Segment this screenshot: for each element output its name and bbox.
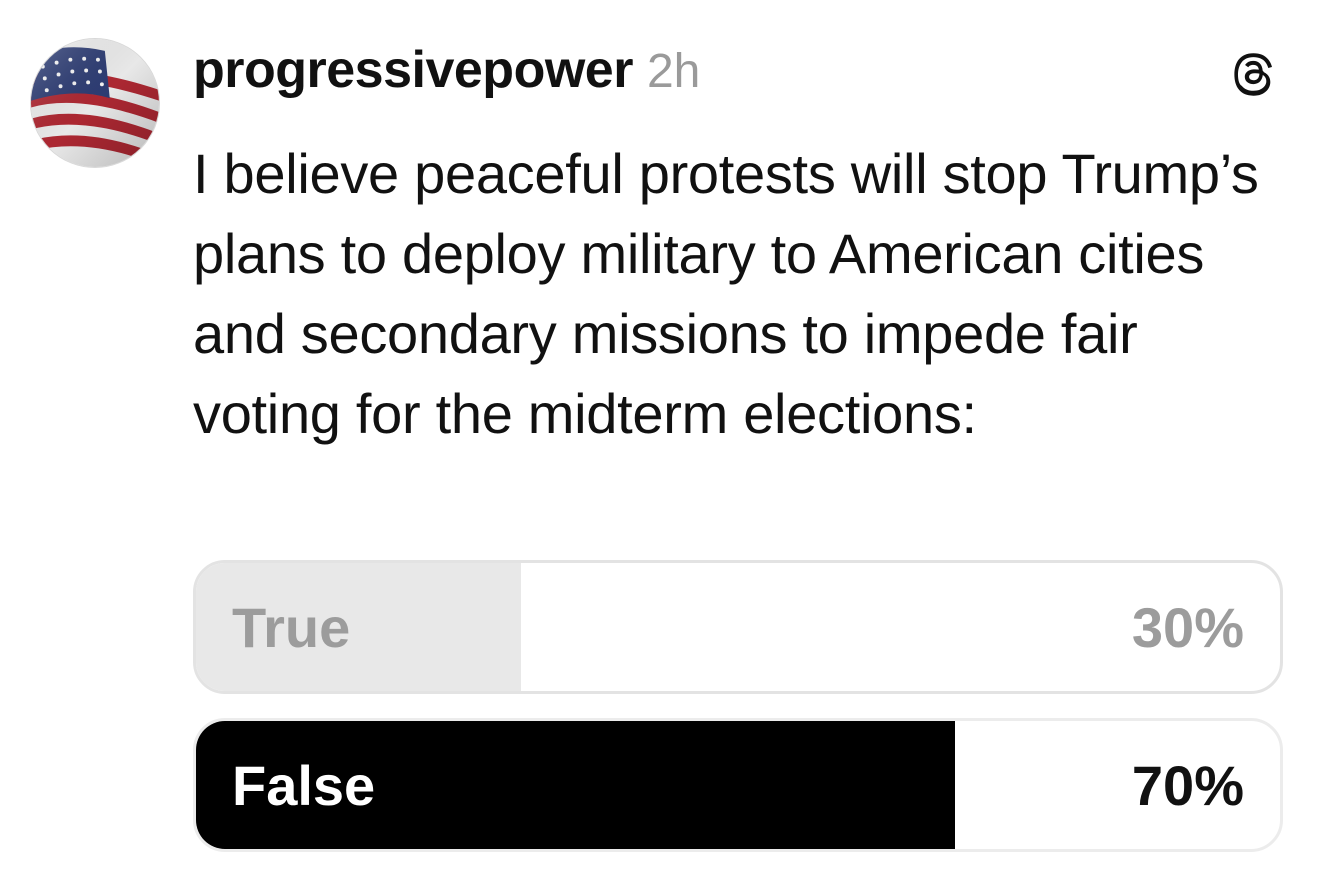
poll-option-true[interactable]: True 30%	[193, 560, 1283, 694]
poll: True 30% False 70%	[193, 560, 1283, 876]
poll-option-false-percent: 70%	[1131, 753, 1244, 817]
american-flag-avatar-icon	[31, 39, 159, 167]
threads-logo-icon[interactable]	[1230, 50, 1280, 100]
poll-option-true-percent: 30%	[1131, 595, 1244, 659]
threads-post: progressivepower 2h I believe peaceful p…	[0, 0, 1320, 892]
post-body-text: I believe peaceful protests will stop Tr…	[193, 142, 1259, 445]
post-timestamp: 2h	[646, 45, 701, 98]
author-username[interactable]: progressivepower	[193, 40, 633, 100]
poll-option-true-label: True	[232, 595, 351, 659]
poll-option-false-label: False	[232, 753, 376, 817]
poll-option-false[interactable]: False 70%	[193, 718, 1283, 852]
author-avatar[interactable]	[30, 38, 160, 168]
post-header: progressivepower 2h	[193, 40, 700, 110]
